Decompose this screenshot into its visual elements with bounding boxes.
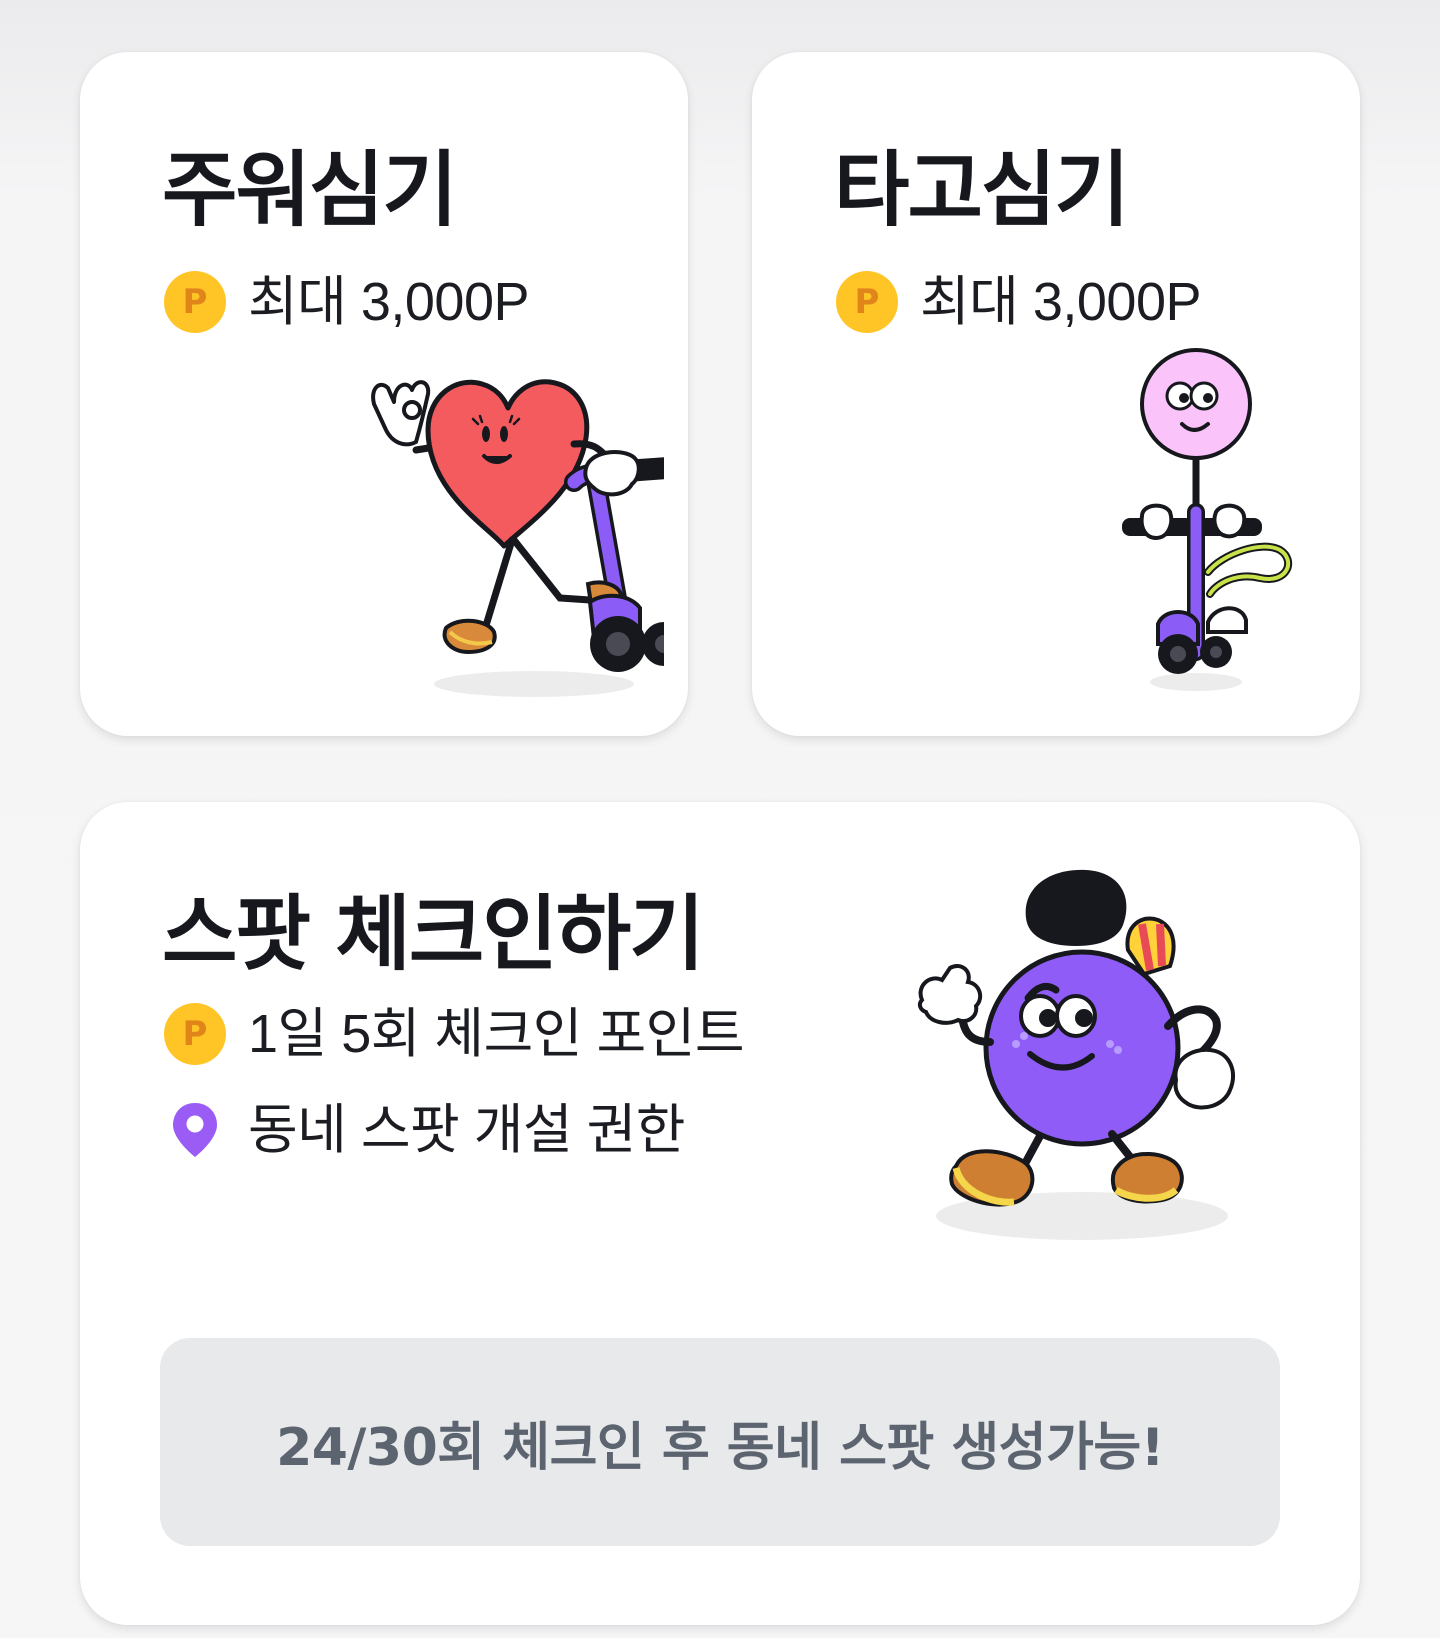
ride-plant-card[interactable]: 타고심기 P 최대 3,000P bbox=[752, 52, 1360, 736]
point-coin-icon: P bbox=[164, 271, 226, 333]
checkin-status-text: 24/30회 체크인 후 동네 스팟 생성가능! bbox=[276, 1417, 1164, 1478]
checkin-point-perk: P 1일 5회 체크인 포인트 bbox=[164, 1002, 745, 1066]
card-title: 스팟 체크인하기 bbox=[162, 887, 705, 982]
spot-open-perk: 동네 스팟 개설 권한 bbox=[164, 1098, 685, 1162]
pickup-plant-card[interactable]: 주워심기 P 최대 3,000P bbox=[80, 52, 688, 736]
max-point-perk: P 최대 3,000P bbox=[836, 270, 1202, 334]
purple-ball-walking-illustration bbox=[917, 869, 1236, 1240]
perk-text: 동네 스팟 개설 권한 bbox=[248, 1100, 685, 1160]
perk-text: 최대 3,000P bbox=[248, 272, 530, 332]
point-coin-icon: P bbox=[836, 271, 898, 333]
spot-checkin-card[interactable]: 스팟 체크인하기 P 1일 5회 체크인 포인트 동네 스팟 개설 권한 24/… bbox=[80, 802, 1360, 1625]
point-coin-icon: P bbox=[164, 1003, 226, 1065]
max-point-perk: P 최대 3,000P bbox=[164, 270, 530, 334]
perk-text: 최대 3,000P bbox=[920, 272, 1202, 332]
card-title: 주워심기 bbox=[162, 143, 458, 238]
heart-scooter-illustration bbox=[371, 379, 664, 697]
perk-text: 1일 5회 체크인 포인트 bbox=[248, 1004, 745, 1064]
pink-ball-scooter-illustration bbox=[1122, 348, 1293, 691]
checkin-status-bar: 24/30회 체크인 후 동네 스팟 생성가능! bbox=[160, 1338, 1280, 1546]
location-pin-icon bbox=[164, 1099, 226, 1161]
card-title: 타고심기 bbox=[834, 143, 1130, 238]
